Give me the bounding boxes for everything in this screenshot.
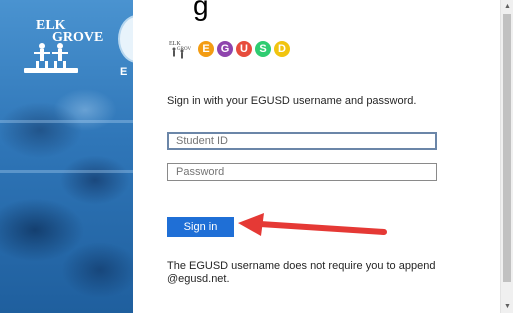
brand-letter-d: D (274, 41, 290, 57)
brand-letter-s: S (255, 41, 271, 57)
page-title-fragment: g (193, 0, 210, 21)
scrollbar-thumb[interactable] (503, 14, 511, 282)
signin-instruction: Sign in with your EGUSD username and pas… (167, 95, 417, 107)
svg-text:GROVE: GROVE (177, 47, 191, 52)
password-input[interactable] (167, 163, 437, 181)
signin-button[interactable]: Sign in (167, 217, 234, 237)
figures-icon: ELK GROVE (169, 41, 194, 59)
vertical-scrollbar[interactable]: ▲ ▼ (500, 0, 513, 313)
elk-grove-mini-logo: ELK GROVE (167, 38, 194, 60)
photo-stripe (0, 120, 133, 123)
photo-stripe (0, 170, 133, 173)
elk-grove-logo-white: ELK GROVE (22, 18, 103, 80)
username-input[interactable] (167, 132, 437, 150)
figures-icon (34, 43, 68, 69)
brand-letter-u: U (236, 41, 252, 57)
background-photo-panel: ELK GROVE E (0, 0, 133, 313)
egusd-brand-logo: ELK GROVE E G U S D (167, 38, 290, 60)
brand-letter-g: G (217, 41, 233, 57)
side-letter: E (120, 66, 128, 78)
logo-banner (24, 68, 78, 73)
scroll-down-icon[interactable]: ▼ (504, 303, 511, 310)
red-arrow-annotation (238, 213, 387, 236)
brand-letter-e: E (198, 41, 214, 57)
username-note: The EGUSD username does not require you … (167, 260, 436, 285)
scroll-up-icon[interactable]: ▲ (504, 3, 511, 10)
